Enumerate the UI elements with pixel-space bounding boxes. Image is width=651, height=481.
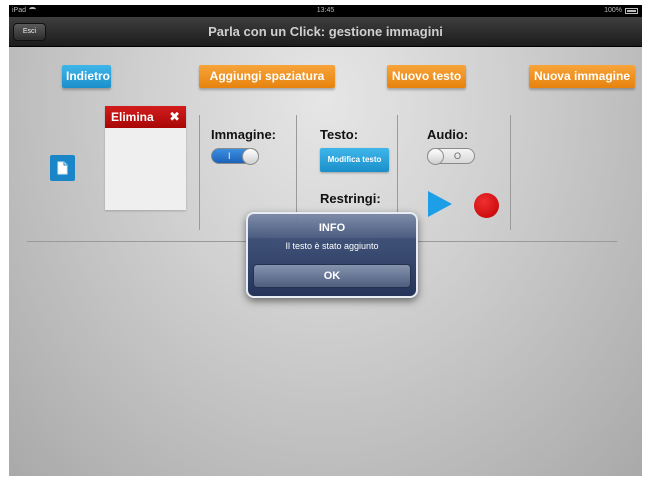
play-icon[interactable] [427, 190, 453, 218]
back-button[interactable]: Indietro [62, 65, 111, 88]
page-title: Parla con un Click: gestione immagini [208, 24, 443, 39]
column-divider [199, 115, 200, 230]
column-divider [510, 115, 511, 230]
toggle-off-mark: O [454, 151, 462, 161]
record-icon[interactable] [474, 193, 499, 218]
image-toggle[interactable]: I [211, 148, 259, 165]
shrink-label: Restringi: [320, 191, 381, 206]
alert-title: INFO [318, 222, 346, 234]
document-icon [57, 161, 68, 175]
toggle-on-mark: I [228, 151, 231, 161]
toggle-knob [242, 148, 259, 165]
image-label: Immagine: [211, 127, 277, 142]
text-label: Testo: [320, 127, 359, 142]
battery-icon [625, 8, 638, 14]
delete-button[interactable]: Elimina ✖ [105, 106, 186, 128]
edit-text-button[interactable]: Modifica testo [320, 148, 389, 172]
add-spacing-button[interactable]: Aggiungi spaziatura [199, 65, 335, 88]
alert-message: Il testo è stato aggiunto [285, 241, 379, 251]
document-button[interactable] [50, 155, 75, 181]
status-bar: iPad 13:45 100% [9, 5, 642, 17]
close-x-icon: ✖ [169, 109, 180, 124]
status-time: 13:45 [316, 7, 335, 14]
status-battery: 100% [604, 5, 638, 17]
ipad-screen: iPad 13:45 100% Esci Parla con un Click:… [9, 5, 642, 476]
new-image-button[interactable]: Nuova immagine [529, 65, 635, 88]
navigation-bar: Esci Parla con un Click: gestione immagi… [9, 17, 642, 47]
alert-ok-button[interactable]: OK [253, 264, 411, 288]
audio-label: Audio: [427, 127, 469, 142]
info-alert-dialog: INFO Il testo è stato aggiunto OK [246, 212, 418, 298]
delete-label: Elimina [111, 110, 154, 124]
new-text-button[interactable]: Nuovo testo [387, 65, 466, 88]
toggle-knob [427, 148, 444, 165]
audio-toggle[interactable]: O [427, 148, 475, 165]
